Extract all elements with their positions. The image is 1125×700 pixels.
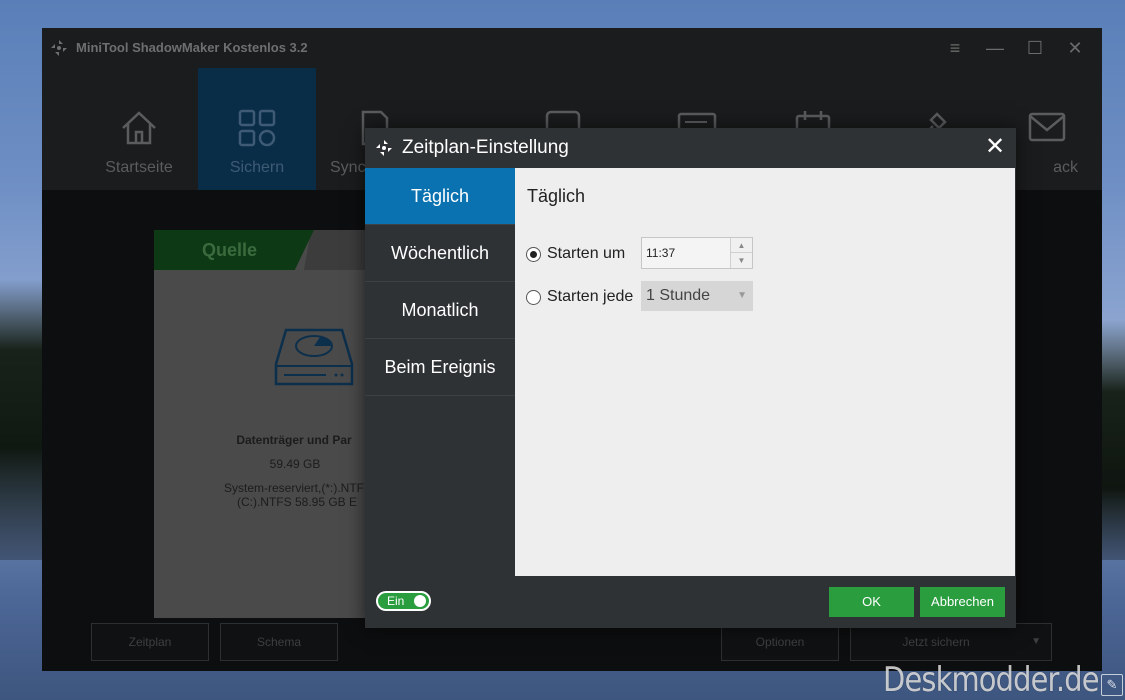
- toggle-knob: [414, 595, 426, 607]
- schedule-enable-toggle[interactable]: Ein: [376, 591, 431, 611]
- chevron-down-icon[interactable]: ▼: [1031, 624, 1041, 660]
- cancel-button[interactable]: Abbrechen: [920, 587, 1005, 617]
- sidebar-item-monthly[interactable]: Monatlich: [365, 282, 515, 339]
- schedule-button[interactable]: Zeitplan: [91, 623, 209, 661]
- start-at-label: Starten um: [547, 245, 626, 262]
- feedback-icon: [1028, 112, 1066, 142]
- chevron-down-icon: ▼: [737, 290, 747, 301]
- schedule-settings-panel: Täglich Starten um 11:37 ▲ ▼ Starten jed…: [515, 168, 1015, 576]
- maximize-icon[interactable]: ☐: [1018, 36, 1052, 60]
- interval-select[interactable]: 1 Stunde ▼: [641, 281, 753, 311]
- backup-icon: [238, 109, 276, 147]
- spin-up-icon[interactable]: ▲: [731, 238, 752, 253]
- minimize-icon[interactable]: —: [978, 36, 1012, 60]
- sidebar-item-weekly[interactable]: Wöchentlich: [365, 225, 515, 282]
- backup-now-button[interactable]: Jetzt sichern ▼: [850, 623, 1052, 661]
- dialog-titlebar: Zeitplan-Einstellung ✕: [365, 128, 1016, 168]
- dialog-title: Zeitplan-Einstellung: [402, 137, 569, 158]
- start-every-label: Starten jede: [547, 288, 634, 305]
- dialog-footer: Ein OK Abbrechen: [365, 576, 1016, 628]
- desktop-trees-left: [0, 280, 42, 560]
- start-at-option[interactable]: Starten um: [526, 245, 625, 263]
- main-titlebar: MiniTool ShadowMaker Kostenlos 3.2 ≡ — ☐…: [42, 28, 1102, 68]
- tool-home[interactable]: Startseite: [80, 68, 198, 190]
- home-icon: [122, 111, 156, 145]
- panel-heading: Täglich: [527, 186, 586, 206]
- time-spinner: ▲ ▼: [730, 238, 752, 268]
- watermark: Deskmodder.de: [883, 660, 1099, 700]
- schedule-type-sidebar: Täglich Wöchentlich Monatlich Beim Ereig…: [365, 168, 515, 576]
- app-logo-icon: [51, 40, 67, 56]
- scheme-button[interactable]: Schema: [220, 623, 338, 661]
- tool-backup[interactable]: Sichern: [198, 68, 316, 190]
- sidebar-item-on-event[interactable]: Beim Ereignis: [365, 339, 515, 396]
- tool-backup-label: Sichern: [229, 159, 285, 176]
- disk-icon: [274, 328, 354, 386]
- menu-icon[interactable]: ≡: [938, 36, 972, 60]
- disk-size: 59.49 GB: [269, 457, 321, 471]
- start-at-radio[interactable]: [526, 246, 541, 262]
- partition-line-2: (C:).NTFS 58.95 GB E: [236, 495, 358, 509]
- app-title: MiniTool ShadowMaker Kostenlos 3.2: [76, 40, 308, 55]
- app-logo-icon: [376, 140, 392, 156]
- time-value: 11:37: [646, 246, 676, 260]
- tool-home-label: Startseite: [105, 159, 173, 176]
- options-button[interactable]: Optionen: [721, 623, 839, 661]
- close-icon[interactable]: ✕: [1058, 36, 1092, 60]
- pen-icon: ✎: [1101, 674, 1123, 696]
- desktop-trees-right: [1102, 320, 1125, 560]
- dialog-close-icon[interactable]: ✕: [982, 134, 1008, 160]
- toggle-label: Ein: [387, 594, 405, 608]
- source-tab: Quelle: [154, 230, 314, 270]
- backup-now-label: Jetzt sichern: [902, 635, 970, 649]
- start-every-option[interactable]: Starten jede: [526, 288, 633, 306]
- disk-title: Datenträger und Par: [236, 433, 352, 447]
- card-tab-rest: [304, 230, 374, 270]
- spin-down-icon[interactable]: ▼: [731, 253, 752, 268]
- start-every-radio[interactable]: [526, 289, 541, 305]
- ok-button[interactable]: OK: [829, 587, 914, 617]
- time-input[interactable]: 11:37 ▲ ▼: [641, 237, 753, 269]
- sidebar-item-daily[interactable]: Täglich: [365, 168, 515, 225]
- interval-value: 1 Stunde: [646, 287, 711, 304]
- source-card[interactable]: Quelle Datenträger und Par 59.49 GB Syst…: [154, 230, 399, 618]
- schedule-dialog: Zeitplan-Einstellung ✕ Täglich Wöchentli…: [365, 128, 1016, 628]
- partition-line-1: System-reserviert,(*:).NTFS 549.: [224, 481, 399, 495]
